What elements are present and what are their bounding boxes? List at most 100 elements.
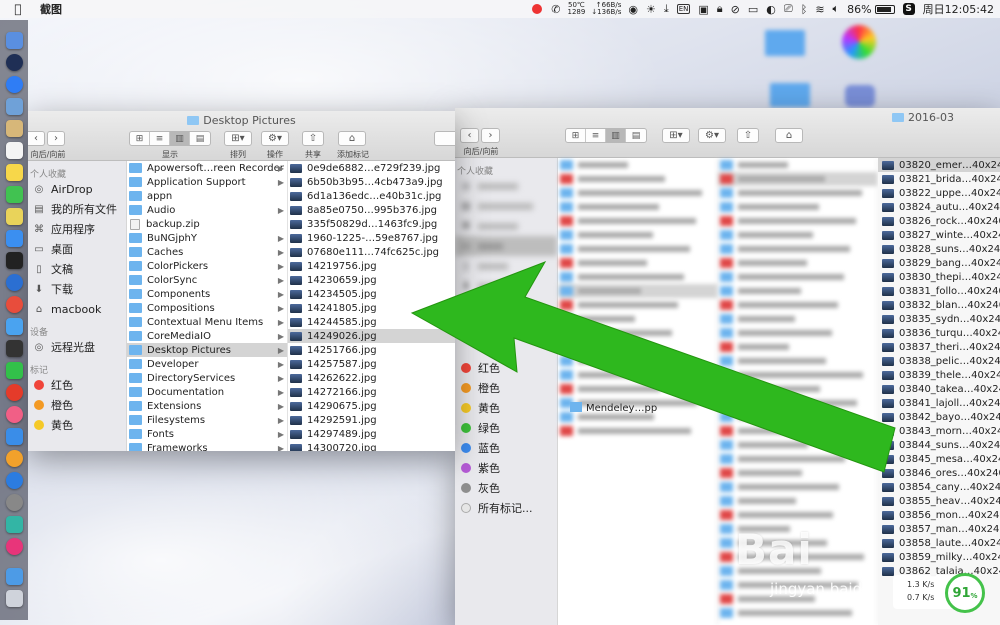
list-item[interactable]: [718, 214, 877, 228]
arrange-button[interactable]: ⊞▾: [662, 128, 690, 143]
list-item[interactable]: [558, 354, 717, 368]
list-item[interactable]: Compositions ▶: [127, 301, 287, 315]
sidebar-item[interactable]: ◎: [455, 316, 557, 336]
list-item[interactable]: Frameworks ▶: [127, 441, 287, 451]
finder-dock-icon[interactable]: [5, 32, 23, 49]
list-item[interactable]: 03846_ores…40x240: [878, 466, 1000, 480]
sidebar-tag-0[interactable]: 红色: [455, 358, 557, 378]
list-item[interactable]: [718, 186, 877, 200]
list-item[interactable]: Apowersoft…reen Recorder ▶: [127, 161, 287, 175]
list-item[interactable]: [718, 466, 877, 480]
list-item[interactable]: 14219756.jpg: [288, 259, 455, 273]
wechat-dock-icon[interactable]: [5, 186, 23, 203]
share-button[interactable]: ⇧: [302, 131, 324, 146]
list-item[interactable]: [558, 312, 717, 326]
list-item[interactable]: 03831_follo…40x240: [878, 284, 1000, 298]
list-item[interactable]: [558, 172, 717, 186]
list-item[interactable]: appn: [127, 189, 287, 203]
list-item[interactable]: 14244585.jpg: [288, 315, 455, 329]
list-item[interactable]: 03840_takea…40x240: [878, 382, 1000, 396]
sidebar-item[interactable]: ▭: [455, 236, 557, 256]
cpu-temp[interactable]: 50℃ 1289: [564, 0, 588, 18]
terminal-dock-icon[interactable]: [5, 252, 23, 269]
safari-dock-icon[interactable]: [5, 76, 23, 93]
list-item[interactable]: DirectoryServices ▶: [127, 371, 287, 385]
stickies-dock-icon[interactable]: [5, 208, 23, 225]
list-item[interactable]: [718, 606, 877, 620]
list-item[interactable]: 0e9de6882…e729f239.jpg: [288, 161, 455, 175]
list-item[interactable]: 03827_winte…40x240: [878, 228, 1000, 242]
airplay-icon[interactable]: ⎚: [780, 0, 797, 18]
list-item[interactable]: 03855_heav…40x240: [878, 494, 1000, 508]
list-item[interactable]: [718, 228, 877, 242]
photos-dock-icon[interactable]: [5, 296, 23, 313]
list-item[interactable]: [558, 158, 717, 172]
desktop-folder-icon[interactable]: [770, 83, 810, 107]
list-item[interactable]: 03839_thele…40x240: [878, 368, 1000, 382]
list-item[interactable]: [718, 396, 877, 410]
sidebar-item[interactable]: ⬇: [455, 276, 557, 296]
sidebar-item[interactable]: ▤: [455, 196, 557, 216]
list-item[interactable]: 335f50829d…1463fc9.jpg: [288, 217, 455, 231]
list-item[interactable]: 03832_blan…40x240: [878, 298, 1000, 312]
cloud-dock-icon[interactable]: [5, 428, 23, 445]
list-item[interactable]: 14300720.jpg: [288, 441, 455, 451]
list-item[interactable]: 03824_autu…40x240: [878, 200, 1000, 214]
list-item[interactable]: 03843_morn…40x240: [878, 424, 1000, 438]
list-item[interactable]: [718, 508, 877, 522]
sidebar-tag-2[interactable]: 黄色: [455, 398, 557, 418]
list-item[interactable]: 1960-1225-…59e8767.jpg: [288, 231, 455, 245]
icon-view-button[interactable]: ⊞: [130, 132, 150, 145]
list-item[interactable]: [558, 326, 717, 340]
list-item[interactable]: [558, 242, 717, 256]
list-item[interactable]: 14230659.jpg: [288, 273, 455, 287]
sidebar-item-airdrop[interactable]: ◎ AirDrop: [28, 179, 126, 199]
activity-dock-icon[interactable]: [5, 340, 23, 357]
sidebar-item-home[interactable]: ⌂ macbook: [28, 299, 126, 319]
list-item[interactable]: [718, 480, 877, 494]
list-item[interactable]: Documentation ▶: [127, 385, 287, 399]
list-item[interactable]: 03856_mon…40x240: [878, 508, 1000, 522]
battery-status[interactable]: 86%: [843, 0, 898, 18]
column-view-button[interactable]: ▥: [606, 129, 626, 142]
action-gear-button[interactable]: ⚙▾: [261, 131, 289, 146]
sidebar-tag-0[interactable]: 红色: [28, 375, 126, 395]
list-item[interactable]: 03820_emer…40x240: [878, 158, 1000, 172]
list-item[interactable]: [558, 298, 717, 312]
bluetooth-icon[interactable]: ᛒ: [797, 0, 812, 18]
list-item[interactable]: 03829_bang…40x240: [878, 256, 1000, 270]
music-dock-icon[interactable]: [5, 406, 23, 423]
list-item[interactable]: [718, 298, 877, 312]
list-item[interactable]: 14272166.jpg: [288, 385, 455, 399]
lock-icon[interactable]: 🔒︎: [713, 0, 727, 18]
list-item[interactable]: Application Support ▶: [127, 175, 287, 189]
gallery-view-button[interactable]: ▤: [190, 132, 210, 145]
sidebar-tag-5[interactable]: 紫色: [455, 458, 557, 478]
list-item[interactable]: 03841_lajoll…40x240: [878, 396, 1000, 410]
list-item[interactable]: [718, 312, 877, 326]
sidebar-item[interactable]: ⌂: [455, 296, 557, 316]
list-item[interactable]: 03859_milky…40x240: [878, 550, 1000, 564]
list-item[interactable]: [718, 242, 877, 256]
list-item[interactable]: 6d1a136edc…e40b31c.jpg: [288, 189, 455, 203]
list-item[interactable]: BuNGjphY ▶: [127, 231, 287, 245]
list-view-button[interactable]: ≡: [586, 129, 606, 142]
list-item[interactable]: Contextual Menu Items ▶: [127, 315, 287, 329]
list-item[interactable]: [558, 340, 717, 354]
mail-dock-icon[interactable]: [5, 98, 23, 115]
bulb-icon[interactable]: ☀: [642, 0, 660, 18]
sidebar-tag-1[interactable]: 橙色: [455, 378, 557, 398]
list-item[interactable]: [718, 284, 877, 298]
sidebar-item-downloads[interactable]: ⬇ 下载: [28, 279, 126, 299]
list-item[interactable]: Filesystems ▶: [127, 413, 287, 427]
sidebar-item[interactable]: ⌘: [455, 216, 557, 236]
list-item[interactable]: 14249026.jpg: [288, 329, 455, 343]
list-item[interactable]: 03822_uppe…40x240: [878, 186, 1000, 200]
list-item[interactable]: [558, 256, 717, 270]
forward-button[interactable]: ›: [47, 131, 65, 146]
list-item[interactable]: [718, 200, 877, 214]
vlc-dock-icon[interactable]: [5, 450, 23, 467]
list-item[interactable]: backup.zip: [127, 217, 287, 231]
forward-button[interactable]: ›: [481, 128, 500, 143]
appstore2-dock-icon[interactable]: [5, 472, 23, 489]
